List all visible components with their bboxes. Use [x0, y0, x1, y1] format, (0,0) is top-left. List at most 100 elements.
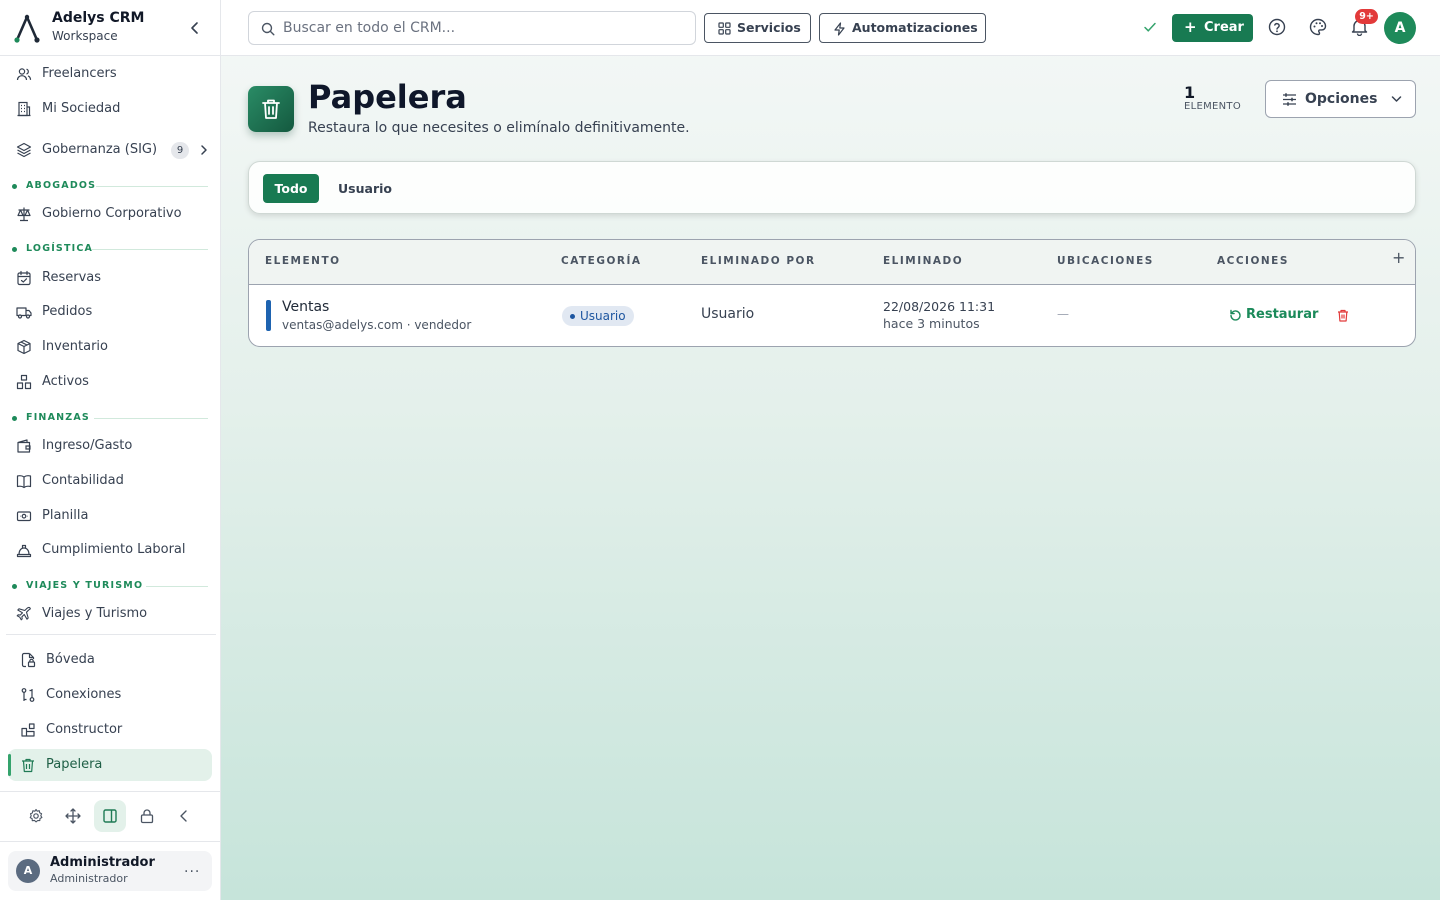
sidebar-layout-button[interactable]: [94, 800, 126, 832]
services-button[interactable]: Servicios: [704, 13, 811, 43]
sidebar-item-label: Reservas: [42, 270, 101, 285]
table-row[interactable]: Ventas ventas@adelys.com · vendedor Usua…: [249, 285, 1415, 346]
sidebar-item-label: Inventario: [42, 339, 108, 354]
item-meta: ventas@adelys.com · vendedor: [282, 318, 472, 332]
zap-icon: [834, 22, 845, 36]
user-name: Administrador: [50, 855, 155, 870]
lock-button[interactable]: [131, 800, 163, 832]
search-input[interactable]: [283, 12, 683, 44]
banknote-icon: [16, 511, 32, 522]
check-icon: [1144, 22, 1156, 32]
sidebar-item-boveda[interactable]: Bóveda: [8, 644, 212, 676]
help-icon[interactable]: [1268, 18, 1286, 36]
brand-name: Adelys CRM: [52, 10, 145, 26]
file-lock-icon: [21, 652, 36, 668]
sidebar-item-pedidos[interactable]: Pedidos: [8, 296, 212, 328]
sidebar-item-planilla[interactable]: Planilla: [8, 500, 212, 532]
sidebar-item-label: Viajes y Turismo: [42, 606, 148, 621]
section-title: VIAJES Y TURISMO: [26, 580, 144, 591]
active-indicator: [8, 754, 11, 776]
settings-button[interactable]: [20, 800, 52, 832]
calendar-check-icon: [17, 270, 31, 286]
sidebar-item-activos[interactable]: Activos: [8, 366, 212, 398]
sidebar-item-conexiones[interactable]: Conexiones: [8, 679, 212, 711]
collapse-sidebar-chevron-icon[interactable]: [189, 21, 201, 35]
filter-all[interactable]: Todo: [263, 174, 319, 203]
chevron-right-icon: [201, 145, 207, 155]
column-header: ELEMENTO: [265, 255, 341, 267]
rotate-ccw-icon: [1230, 309, 1241, 321]
section-divider: [96, 186, 208, 187]
avatar[interactable]: A: [1384, 12, 1416, 44]
chevron-down-icon: [1391, 96, 1402, 102]
sidebar-item-label: Papelera: [46, 757, 103, 772]
delete-permanently-icon[interactable]: [1337, 309, 1349, 322]
automations-button[interactable]: Automatizaciones: [819, 13, 986, 43]
sidebar-item-label: Constructor: [46, 722, 123, 737]
collapse-button[interactable]: [168, 800, 200, 832]
sidebar-item-ingreso-gasto[interactable]: Ingreso/Gasto: [8, 430, 212, 462]
sidebar-item-constructor[interactable]: Constructor: [8, 714, 212, 746]
hard-hat-icon: [16, 544, 32, 558]
lock-icon: [140, 809, 154, 824]
section-divider: [94, 418, 208, 419]
column-header: ACCIONES: [1217, 255, 1289, 267]
sidebar-item-label: Cumplimiento Laboral: [42, 542, 186, 557]
panel-left-icon: [103, 809, 117, 823]
git-compare-icon: [21, 688, 35, 702]
sidebar-item-freelancers[interactable]: Freelancers: [8, 58, 212, 90]
sidebar: Adelys CRM Workspace Freelancers Mi Soci…: [0, 0, 221, 900]
table-header: ELEMENTO CATEGORÍA ELIMINADO POR ELIMINA…: [249, 240, 1415, 285]
sidebar-item-viajes-y-turismo[interactable]: Viajes y Turismo: [8, 598, 212, 630]
boxes-icon: [16, 374, 32, 390]
user-menu[interactable]: A Administrador Administrador ···: [8, 851, 212, 891]
adelys-logo-icon: [14, 14, 40, 43]
sidebar-item-inventario[interactable]: Inventario: [8, 331, 212, 363]
section-divider: [92, 249, 208, 250]
filter-user[interactable]: Usuario: [329, 174, 401, 203]
section-title: FINANZAS: [26, 412, 90, 423]
scale-icon: [17, 207, 31, 222]
column-header: CATEGORÍA: [561, 255, 642, 267]
page-subtitle: Restaura lo que necesites o elimínalo de…: [308, 120, 690, 136]
count-badge: 9: [171, 142, 189, 159]
move-button[interactable]: [57, 800, 89, 832]
avatar: A: [16, 859, 40, 883]
section-viajes-y-turismo: VIAJES Y TURISMO: [12, 580, 208, 592]
sidebar-item-papelera[interactable]: Papelera: [8, 749, 212, 781]
gear-icon: [29, 808, 43, 823]
sidebar-item-label: Planilla: [42, 508, 89, 523]
add-column-button[interactable]: +: [1392, 248, 1405, 267]
layers-icon: [16, 142, 32, 158]
sidebar-item-gobierno-corporativo[interactable]: Gobierno Corporativo: [8, 198, 212, 230]
sidebar-item-label: Gobierno Corporativo: [42, 206, 182, 221]
column-header: UBICACIONES: [1057, 255, 1154, 267]
page-icon: [248, 86, 294, 132]
user-role: Administrador: [50, 872, 128, 885]
create-button[interactable]: + Crear: [1172, 14, 1253, 42]
sidebar-item-contabilidad[interactable]: Contabilidad: [8, 465, 212, 497]
section-divider: [146, 586, 208, 587]
brand-header: Adelys CRM Workspace: [0, 0, 220, 56]
item-count-label: ELEMENTO: [1184, 101, 1242, 112]
users-icon: [16, 68, 32, 81]
palette-icon[interactable]: [1309, 18, 1327, 36]
wallet-icon: [17, 439, 31, 453]
section-logistica: LOGÍSTICA: [12, 243, 208, 255]
sidebar-item-reservas[interactable]: Reservas: [8, 262, 212, 294]
sidebar-item-gobernanza[interactable]: Gobernanza (SIG) 9: [8, 134, 212, 166]
sidebar-item-mi-sociedad[interactable]: Mi Sociedad: [8, 93, 212, 125]
blocks-icon: [21, 723, 35, 737]
trash-icon: [262, 99, 280, 119]
global-search[interactable]: [248, 11, 696, 45]
more-options-icon[interactable]: ···: [184, 864, 200, 880]
package-icon: [17, 339, 31, 355]
trash-table: ELEMENTO CATEGORÍA ELIMINADO POR ELIMINA…: [248, 239, 1416, 347]
restore-label: Restaurar: [1246, 307, 1319, 322]
page-title: Papelera: [308, 78, 467, 116]
book-open-icon: [16, 475, 32, 489]
sidebar-item-cumplimiento-laboral[interactable]: Cumplimiento Laboral: [8, 534, 212, 566]
sidebar-item-label: Ingreso/Gasto: [42, 438, 133, 453]
options-button[interactable]: Opciones: [1265, 80, 1416, 118]
locations: —: [1057, 307, 1069, 321]
